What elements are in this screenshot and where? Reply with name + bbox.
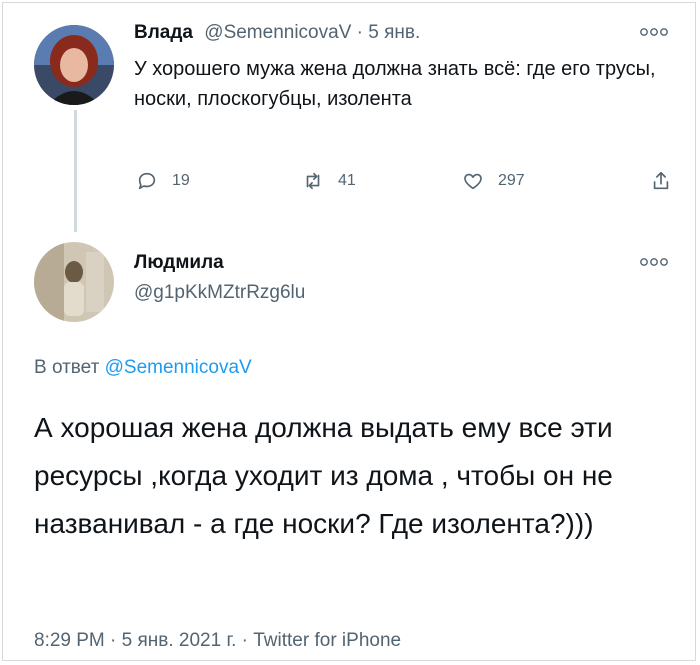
tweet1-date[interactable]: 5 янв.	[368, 22, 420, 43]
tweet1-author-name[interactable]: Влада	[134, 22, 193, 43]
more-horizontal-icon[interactable]	[640, 24, 668, 40]
share-action[interactable]	[650, 170, 672, 192]
share-icon	[653, 171, 669, 190]
retweet-icon	[306, 172, 320, 190]
tweet2-author-name[interactable]: Людмила	[134, 252, 224, 274]
reply-to-line: В ответ @SemennicovaV	[34, 357, 252, 379]
like-action[interactable]: 297	[462, 170, 525, 192]
reply-action[interactable]: 19	[136, 170, 190, 192]
more-horizontal-icon[interactable]	[640, 254, 668, 270]
retweet-count: 41	[338, 172, 356, 189]
tweet1-text: У хорошего мужа жена должна знать всё: г…	[134, 58, 656, 110]
reply-count: 19	[172, 172, 190, 189]
avatar-vlada[interactable]	[34, 25, 114, 105]
tweet1-separator: ·	[351, 22, 369, 43]
tweet1-author-handle[interactable]: @SemennicovaV	[204, 22, 351, 43]
tweet2-author-handle[interactable]: @g1pKkMZtrRzg6lu	[134, 282, 305, 304]
heart-icon	[464, 173, 482, 190]
tweet1-header: Влада @SemennicovaV · 5 янв.	[134, 22, 420, 44]
avatar-ludmila[interactable]	[34, 242, 114, 322]
reply-icon	[138, 172, 156, 190]
reply-prefix: В ответ	[34, 357, 105, 378]
like-count: 297	[498, 172, 525, 189]
retweet-action[interactable]: 41	[302, 170, 356, 192]
tweet1-actions: 19 41 297	[136, 170, 676, 204]
tweet2-meta[interactable]: 8:29 PM · 5 янв. 2021 г. · Twitter for i…	[34, 630, 401, 652]
tweet2-text: А хорошая жена должна выдать ему все эти…	[34, 412, 613, 539]
thread-connector-line	[74, 110, 77, 232]
reply-mention-link[interactable]: @SemennicovaV	[105, 357, 252, 378]
